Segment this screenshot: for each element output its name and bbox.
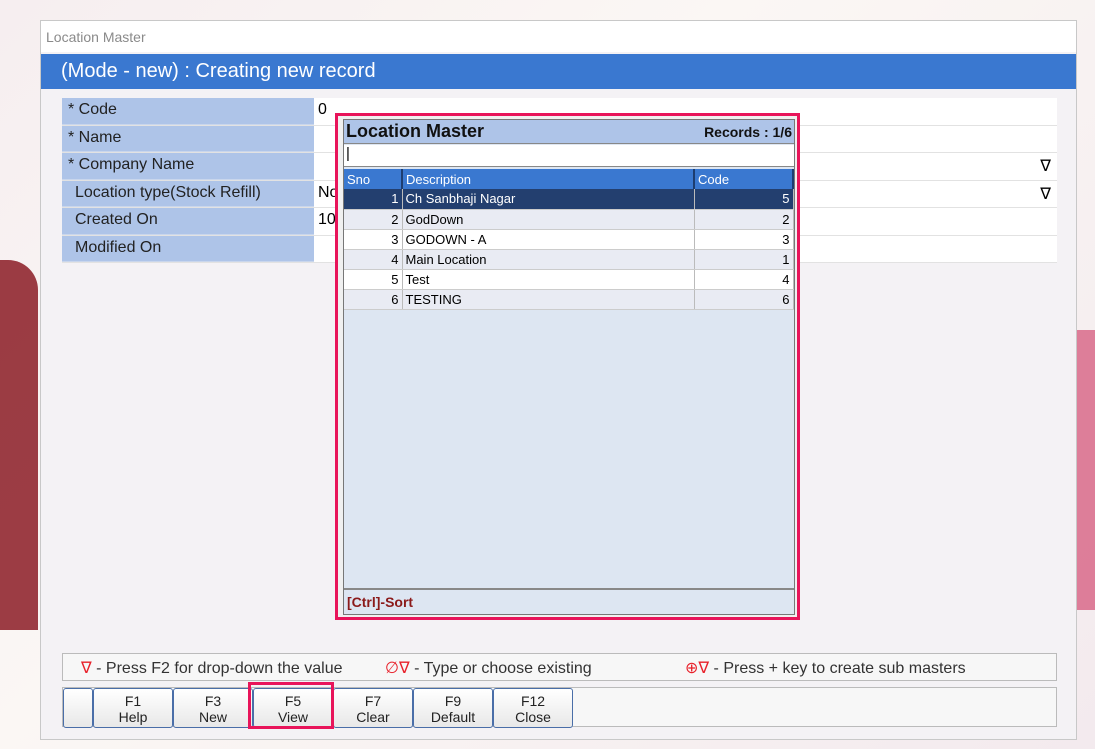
table-row[interactable]: 2 GodDown 2 [344, 209, 794, 230]
description-cell: Test [402, 269, 695, 290]
field-label: Modified On [62, 235, 314, 262]
column-sno[interactable]: Sno [344, 169, 403, 189]
blank-button[interactable] [63, 688, 93, 728]
code-cell: 1 [694, 249, 794, 270]
field-label: * Code [62, 98, 314, 125]
records-count: Records : 1/6 [704, 123, 792, 140]
location-lookup-popup: Location Master Records : 1/6 | Sno Descr… [335, 113, 800, 620]
type-or-choose-icon: ∅∇ [385, 660, 410, 677]
table-row[interactable]: 1 Ch Sanbhaji Nagar 5 [344, 189, 794, 210]
legend-dropdown: ∇ - Press F2 for drop-down the value [81, 660, 343, 677]
mode-banner: (Mode - new) : Creating new record [41, 54, 1076, 89]
legend-bar: ∇ - Press F2 for drop-down the value ∅∇ … [62, 653, 1057, 681]
table-row[interactable]: 4 Main Location 1 [344, 249, 794, 270]
sno-cell: 1 [344, 189, 403, 210]
table-row[interactable]: 5 Test 4 [344, 269, 794, 290]
background-art [1077, 330, 1095, 610]
f5-highlight [248, 682, 334, 729]
f3-new-button[interactable]: F3 New [173, 688, 253, 728]
code-cell: 2 [694, 209, 794, 230]
background-art [0, 260, 38, 630]
sno-cell: 2 [344, 209, 403, 230]
table-row[interactable]: 6 TESTING 6 [344, 289, 794, 310]
code-cell: 6 [694, 289, 794, 310]
function-key-bar: F1 Help F3 New F5 View F7 Clear F9 Default F12 Clos… [62, 687, 1057, 728]
dropdown-icon[interactable]: ∇ [1040, 156, 1051, 176]
description-cell: Ch Sanbhaji Nagar [402, 189, 695, 210]
legend-type-or-choose: ∅∇ - Type or choose existing [385, 660, 592, 677]
code-cell: 4 [694, 269, 794, 290]
legend-sub-master: ⊕∇ - Press + key to create sub masters [685, 660, 966, 677]
description-cell: Main Location [402, 249, 695, 270]
code-cell: 3 [694, 229, 794, 250]
column-description[interactable]: Description [402, 169, 695, 189]
code-cell: 5 [694, 189, 794, 210]
popup-search-input[interactable]: | [344, 145, 794, 167]
f7-clear-button[interactable]: F7 Clear [333, 688, 413, 728]
column-code[interactable]: Code [694, 169, 794, 189]
description-cell: GodDown [402, 209, 695, 230]
field-label: Created On [62, 208, 314, 235]
sno-cell: 4 [344, 249, 403, 270]
sort-hint: [Ctrl]-Sort [344, 588, 794, 614]
location-table: Sno Description Code 1 Ch Sanbhaji Nagar 5… [344, 169, 794, 310]
dropdown-icon[interactable]: ∇ [1040, 184, 1051, 204]
sno-cell: 6 [344, 289, 403, 310]
table-row[interactable]: 3 GODOWN - A3 [344, 229, 794, 250]
field-label: Location type(Stock Refill) [62, 180, 314, 207]
f1-help-button[interactable]: F1 Help [93, 688, 173, 728]
description-cell: TESTING [402, 289, 695, 310]
description-cell: GODOWN - A [402, 229, 695, 250]
field-label: * Name [62, 125, 314, 152]
add-sub-master-icon: ⊕∇ [685, 660, 710, 677]
f9-default-button[interactable]: F9 Default [413, 688, 493, 728]
f12-close-button[interactable]: F12 Close [493, 688, 573, 728]
window-title: Location Master [41, 21, 1076, 52]
field-label: * Company Name [62, 153, 314, 180]
sno-cell: 5 [344, 269, 403, 290]
dropdown-icon: ∇ [81, 660, 92, 677]
popup-title: Location Master [346, 121, 485, 141]
sno-cell: 3 [344, 229, 403, 250]
